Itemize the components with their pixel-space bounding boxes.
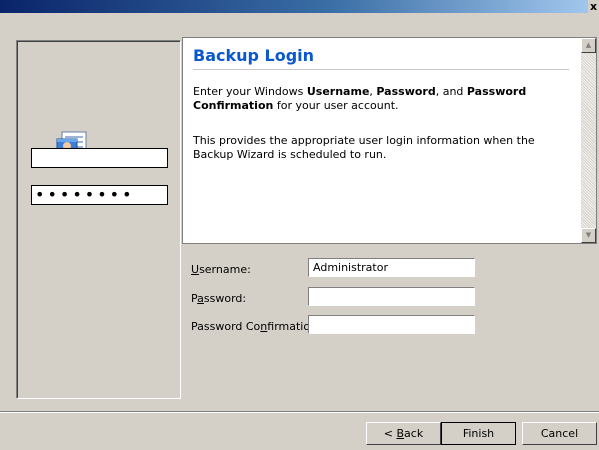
- scroll-up-icon[interactable]: ▲: [581, 38, 596, 53]
- close-icon[interactable]: x: [588, 0, 599, 13]
- password-confirmation-input[interactable]: [308, 315, 475, 334]
- side-panel: ••••••••: [16, 40, 181, 399]
- page-title: Backup Login: [193, 46, 315, 65]
- username-label: Username:: [191, 263, 251, 276]
- para1-password: Password: [376, 85, 436, 98]
- button-separator: [0, 411, 599, 413]
- username-input[interactable]: [308, 258, 475, 277]
- password-confirmation-label: Password Confirmation:: [191, 320, 321, 333]
- para1-sep2: , and: [435, 85, 467, 98]
- finish-button[interactable]: Finish: [441, 422, 516, 445]
- back-button[interactable]: < Back: [366, 422, 441, 445]
- info-panel: Backup Login Enter your Windows Username…: [182, 37, 597, 244]
- cancel-button[interactable]: Cancel: [522, 422, 597, 445]
- description-text: This provides the appropriate user login…: [193, 134, 535, 161]
- password-label: Password:: [191, 292, 247, 305]
- scroll-down-icon[interactable]: ▼: [581, 228, 596, 243]
- para1-username: Username: [306, 85, 370, 98]
- vertical-scrollbar[interactable]: ▲ ▼: [581, 38, 596, 243]
- side-username-field: [31, 148, 168, 168]
- para1-suffix: for your user account.: [273, 99, 399, 112]
- password-input[interactable]: [308, 287, 475, 306]
- para1-prefix: Enter your Windows: [193, 85, 307, 98]
- side-password-field: ••••••••: [31, 185, 168, 205]
- instructions-text: Enter your Windows Username, Password, a…: [193, 85, 563, 113]
- title-bar: x: [0, 0, 599, 13]
- title-divider: [193, 69, 569, 70]
